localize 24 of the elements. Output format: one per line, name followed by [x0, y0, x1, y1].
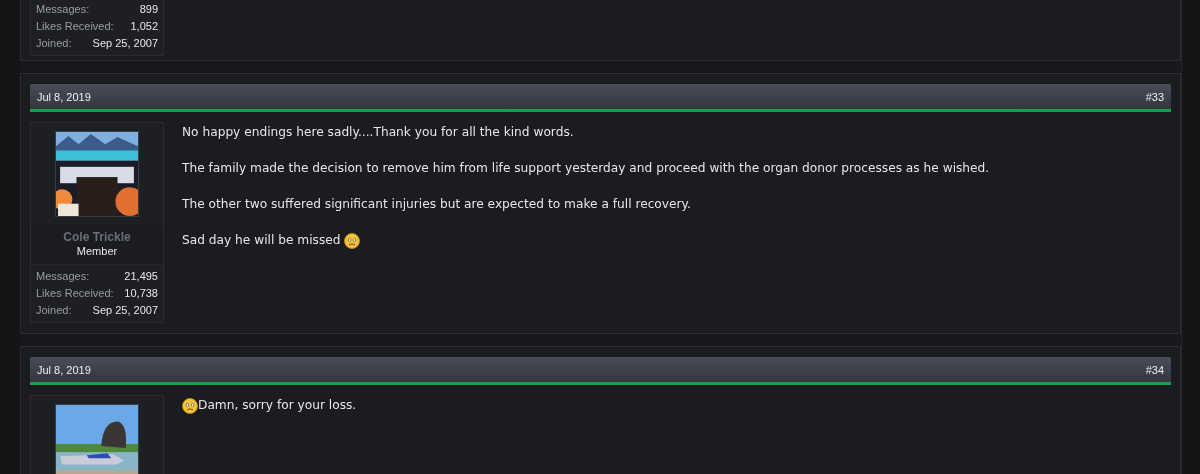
post-number[interactable]: #33 — [1145, 90, 1164, 103]
sad-face-icon — [182, 397, 198, 414]
stat-label: Likes Received: — [36, 286, 114, 301]
post-date[interactable]: Jul 8, 2019 — [37, 363, 91, 376]
message-text: Damn, sorry for your loss. — [198, 397, 357, 414]
stat-label: Messages: — [36, 269, 90, 284]
message-text: Sad day he will be missed — [182, 232, 341, 249]
stat-label: Likes Received: — [36, 19, 114, 34]
message-text: No happy endings here sadly....Thank you for all the kind words. — [182, 124, 574, 141]
stat-value: Sep 25, 2007 — [92, 303, 158, 318]
stat-label: Messages: — [36, 2, 90, 17]
stat-value: 1,052 — [130, 19, 158, 34]
stat-label: Joined: — [36, 36, 72, 51]
message-text: The family made the decision to remove him from life support yesterday and proceed with the organ donor processes as he wished. — [182, 160, 990, 177]
post-date[interactable]: Jul 8, 2019 — [37, 90, 91, 103]
message-text: The other two suffered significant injuries but are expected to make a full recovery. — [182, 196, 691, 213]
user-title: Member — [76, 245, 118, 257]
sad-face-icon — [344, 232, 361, 249]
stat-value: 21,495 — [124, 269, 158, 284]
stat-label: Joined: — [36, 303, 72, 318]
post-number[interactable]: #34 — [1145, 363, 1164, 376]
stat-value: 899 — [139, 2, 158, 17]
stat-value: Sep 25, 2007 — [92, 36, 158, 51]
stat-value: 10,738 — [124, 286, 158, 301]
